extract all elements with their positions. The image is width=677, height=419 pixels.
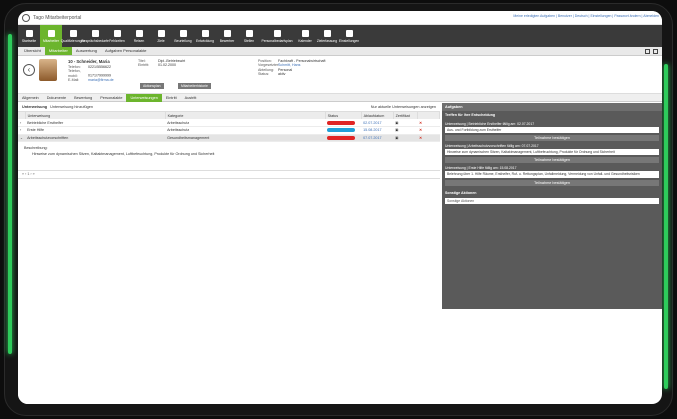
- id-card-icon: [223, 29, 231, 37]
- nav-fehlzeiten[interactable]: Fehlzeiten: [106, 25, 128, 47]
- calendar-icon: [301, 29, 309, 37]
- nav-entwicklung[interactable]: Entwicklung: [194, 25, 216, 47]
- tab-mitarbeiter[interactable]: Mitarbeiter: [44, 47, 72, 55]
- delete-icon[interactable]: ✕: [417, 134, 440, 142]
- title-fields: Titel: Dipl.-Betriebswirt Eintritt: 01.02.…: [138, 59, 186, 68]
- accent-glow-right: [664, 64, 668, 389]
- confirm-button[interactable]: Teilnahme bestätigen: [445, 157, 659, 164]
- subtab-dokumente[interactable]: Dokumente: [43, 94, 70, 102]
- delete-icon[interactable]: ✕: [417, 119, 440, 127]
- subtab-austritt[interactable]: Austritt: [181, 94, 201, 102]
- calendar-icon: [113, 29, 121, 37]
- chat-icon: [91, 29, 99, 37]
- nav-startseite[interactable]: Startseite: [18, 25, 40, 47]
- target-icon: [323, 29, 331, 37]
- print-icon[interactable]: [653, 48, 658, 54]
- grid-icon: [273, 29, 281, 37]
- task-item: Unterweisung | Betriebliche Ersthelfer f…: [445, 121, 659, 142]
- avatar: [39, 59, 57, 81]
- nav-bewerber[interactable]: Bewerber: [216, 25, 238, 47]
- pagination[interactable]: « ‹ 1 › »: [18, 171, 440, 179]
- table-row[interactable]: › Betriebliche Ersthelfer Arbeitsschutz …: [18, 119, 440, 127]
- flag-icon: [157, 29, 165, 37]
- task-item: Unterweisung | Erste Hilfe fällig am: 15…: [445, 165, 659, 186]
- instructions-table: Unterweisung Kategorie Status Ablaufdatu…: [18, 112, 441, 142]
- nav-personalbedarfsplan[interactable]: Personalbedarfsplan: [260, 25, 294, 47]
- subtab-bewertung[interactable]: Bewertung: [70, 94, 96, 102]
- contact-fields: Telefon: 0221/5556622 Telefon, mobil: 0171…: [68, 65, 114, 82]
- add-instruction-button[interactable]: Unterweisung hinzufügen: [50, 105, 93, 109]
- wrench-icon: [345, 29, 353, 37]
- tab-aufgaben-personalakte[interactable]: Aufgaben Personalakte: [101, 47, 151, 55]
- app-logo-icon: [22, 13, 30, 22]
- certificate-icon[interactable]: ▣: [393, 119, 418, 127]
- current-only-checkbox[interactable]: Nur aktuelle Unterweisungen anzeigen: [371, 105, 436, 109]
- instructions-panel: Unterweisung Unterweisung hinzufügen Nur…: [18, 103, 441, 404]
- app-window: Tago Mitarbeiterportal Meine erledigten …: [18, 11, 662, 404]
- tab-uebersicht[interactable]: Übersicht: [20, 47, 45, 55]
- other-actions-select[interactable]: Sonstige Aktionen: [445, 197, 659, 204]
- graduation-icon: [69, 29, 77, 37]
- nav-ziele[interactable]: Ziele: [150, 25, 172, 47]
- action-plan-button[interactable]: Aktionsplan: [140, 83, 164, 89]
- app-title: Tago Mitarbeiterportal: [33, 14, 82, 21]
- back-arrow-icon[interactable]: ‹: [23, 64, 35, 76]
- nav-beurteilung[interactable]: Beurteilung: [172, 25, 194, 47]
- user-links[interactable]: Meine erledigten Aufgaben | Benutzer | D…: [513, 14, 659, 18]
- tab-auswertung[interactable]: Auswertung: [72, 47, 101, 55]
- chart-icon: [201, 29, 209, 37]
- top-tabs: Übersicht Mitarbeiter Auswertung Aufgabe…: [18, 47, 662, 56]
- employee-subtabs: Allgemein Dokumente Bewertung Personalak…: [18, 93, 662, 102]
- delete-icon[interactable]: ✕: [417, 126, 440, 135]
- nav-stellen[interactable]: Stellen: [238, 25, 260, 47]
- tasks-panel: Aufgaben Treffen für Ihre Entscheidung U…: [442, 103, 662, 309]
- employee-name: 10 - Schneider, Maria: [68, 59, 110, 64]
- certificate-icon[interactable]: ▣: [393, 134, 418, 142]
- section-label: Unterweisung: [22, 105, 48, 109]
- table-row[interactable]: ⌄ Arbeitsschutzvorschriften Gesundheitsm…: [18, 134, 440, 142]
- doc-icon: [245, 29, 253, 37]
- instructions-toolbar: Unterweisung Unterweisung hinzufügen Nur…: [18, 103, 440, 112]
- description-block: Beschreibung: Hinweise zum dynamischen S…: [18, 142, 440, 171]
- status-bar: [327, 135, 356, 140]
- table-row[interactable]: › Erste Hilfe Arbeitsschutz 15.08.2017 ▣…: [18, 126, 440, 135]
- nav-qualifizierungen[interactable]: Qualifizierungen: [61, 25, 85, 47]
- history-button[interactable]: Mitarbeiterhistorie: [178, 83, 211, 89]
- nav-mitarbeiter[interactable]: Mitarbeiter: [40, 25, 62, 47]
- position-fields: Position: Fachkraft - Personalwirtschaft …: [258, 59, 326, 76]
- confirm-button[interactable]: Teilnahme bestätigen: [445, 135, 659, 142]
- window-icon[interactable]: [645, 48, 650, 54]
- main-navigation: Meine erledigten Aufgaben | Benutzer | D…: [18, 14, 662, 47]
- home-icon: [25, 29, 33, 37]
- subtab-eintritt[interactable]: Eintritt: [162, 94, 181, 102]
- subtab-allgemein[interactable]: Allgemein: [18, 94, 43, 102]
- confirm-button[interactable]: Teilnahme bestätigen: [445, 179, 659, 186]
- employee-header: ‹ 10 - Schneider, Maria Telefon: 0221/555…: [18, 56, 662, 94]
- email-link[interactable]: maria@firma.de: [88, 78, 114, 82]
- plane-icon: [135, 29, 143, 37]
- status-bar: [327, 128, 356, 133]
- nav-gespraeche[interactable]: Gesprächsbedarfe: [81, 25, 109, 47]
- hand-icon: [179, 29, 187, 37]
- task-item: Unterweisung | Arbeitsschutzvorschriften…: [445, 143, 659, 164]
- users-icon: [47, 29, 55, 37]
- tasks-title: Aufgaben: [442, 103, 662, 111]
- status-bar: [327, 120, 356, 125]
- subtab-personalakte[interactable]: Personalakte: [96, 94, 126, 102]
- nav-einstellungen[interactable]: Einstellungen: [338, 25, 360, 47]
- nav-reisen[interactable]: Reisen: [128, 25, 150, 47]
- nav-zielerfassung[interactable]: Zielerfassung: [316, 25, 338, 47]
- table-header: Unterweisung Kategorie Status Ablaufdatu…: [18, 112, 441, 119]
- subtab-unterweisungen[interactable]: Unterweisungen: [126, 93, 162, 102]
- nav-kalender[interactable]: Kalender: [294, 25, 316, 47]
- accent-glow-left: [8, 34, 12, 354]
- certificate-icon[interactable]: ▣: [393, 126, 418, 135]
